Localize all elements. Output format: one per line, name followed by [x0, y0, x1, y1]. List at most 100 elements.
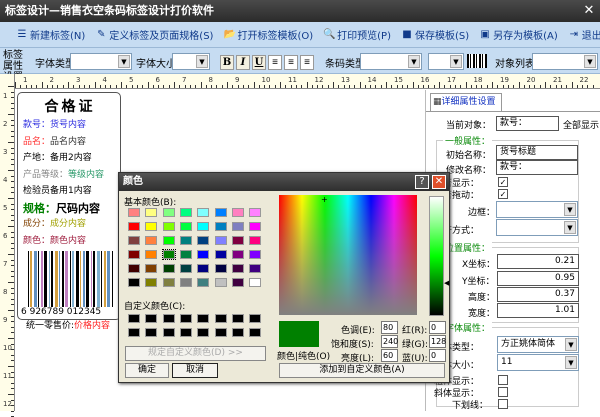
window-close-button[interactable]: ✕	[581, 3, 597, 19]
toolbar-button-0[interactable]: ☰ 新建标签(N)	[16, 27, 86, 43]
custom-color-swatch[interactable]	[231, 314, 244, 323]
custom-color-swatch[interactable]	[249, 314, 262, 323]
basic-color-swatch[interactable]	[197, 250, 210, 259]
current-object-field[interactable]: 款号：	[496, 116, 559, 131]
basic-color-swatch[interactable]	[179, 278, 192, 287]
border-select[interactable]: ▼	[496, 201, 578, 218]
basic-color-swatch[interactable]	[128, 222, 140, 231]
align-center-button[interactable]: ≡	[284, 55, 298, 70]
barcode-type-select[interactable]: ▼	[360, 53, 422, 70]
custom-color-swatch[interactable]	[214, 314, 227, 323]
basic-color-swatch[interactable]	[145, 250, 158, 259]
italic-checkbox[interactable]	[498, 387, 508, 397]
add-custom-button[interactable]: 添加到自定义颜色(A)	[279, 363, 445, 378]
height-field[interactable]: 0.37	[497, 287, 579, 302]
cancel-button[interactable]: 取消	[172, 363, 218, 378]
basic-color-swatch[interactable]	[162, 264, 175, 273]
mod-name-field[interactable]: 款号：	[496, 160, 578, 175]
toolbar-button-1[interactable]: ✎ 定义标签及页面规格(S)	[95, 27, 213, 43]
basic-color-swatch[interactable]	[161, 249, 176, 260]
toolbar-button-5[interactable]: ▣ 另存为模板(A)	[479, 27, 557, 43]
basic-color-swatch[interactable]	[128, 264, 140, 273]
bold-checkbox[interactable]	[498, 375, 508, 385]
luminance-pointer-icon[interactable]: ◀	[444, 279, 449, 287]
basic-color-swatch[interactable]	[128, 208, 140, 217]
visible-checkbox[interactable]: ✓	[498, 177, 508, 187]
basic-color-swatch[interactable]	[197, 278, 210, 287]
basic-color-swatch[interactable]	[214, 208, 227, 217]
align-right-button[interactable]: ≡	[300, 55, 314, 70]
basic-color-swatch[interactable]	[179, 208, 192, 217]
label-row[interactable]: 产品等级：等级内容	[23, 167, 104, 180]
basic-color-swatch[interactable]	[214, 278, 227, 287]
basic-color-swatch[interactable]	[145, 278, 158, 287]
basic-color-swatch[interactable]	[214, 222, 227, 231]
color-spectrum[interactable]	[279, 195, 417, 315]
align-select[interactable]: ▼	[496, 219, 578, 236]
label-row[interactable]: 检验员备用1内容	[23, 183, 92, 196]
underline-checkbox[interactable]	[498, 399, 508, 409]
basic-color-swatch[interactable]	[179, 236, 192, 245]
basic-color-swatch[interactable]	[145, 236, 158, 245]
barcode-icon[interactable]	[467, 54, 487, 68]
custom-color-swatch[interactable]	[197, 314, 210, 323]
label-row[interactable]: 成分：成分内容	[23, 216, 86, 229]
custom-color-swatch[interactable]	[145, 328, 158, 337]
custom-color-swatch[interactable]	[249, 328, 262, 337]
label-row[interactable]: 规格：尺码内容	[23, 200, 100, 216]
basic-color-swatch[interactable]	[162, 278, 175, 287]
italic-button[interactable]: I	[236, 55, 250, 70]
basic-color-swatch[interactable]	[145, 264, 158, 273]
basic-color-swatch[interactable]	[231, 250, 244, 259]
label-row[interactable]: 款号：货号内容	[23, 117, 86, 130]
basic-color-swatch[interactable]	[145, 208, 158, 217]
font-size-select[interactable]: ▼	[172, 53, 210, 70]
basic-color-swatch[interactable]	[162, 208, 175, 217]
custom-color-swatch[interactable]	[214, 328, 227, 337]
font-size-select[interactable]: 11 ▼	[497, 354, 579, 371]
basic-color-swatch[interactable]	[197, 208, 210, 217]
basic-color-swatch[interactable]	[231, 222, 244, 231]
basic-color-swatch[interactable]	[128, 250, 140, 259]
basic-color-swatch[interactable]	[231, 264, 244, 273]
align-left-button[interactable]: ≡	[268, 55, 282, 70]
custom-color-swatch[interactable]	[197, 328, 210, 337]
help-button[interactable]: ?	[415, 175, 429, 189]
basic-color-swatch[interactable]	[145, 222, 158, 231]
tab-detail-settings[interactable]: ▦详细属性设置	[430, 93, 502, 111]
ok-button[interactable]: 确定	[125, 363, 169, 378]
font-type-select[interactable]: ▼	[70, 53, 132, 70]
blue-field[interactable]: 0	[429, 349, 446, 362]
basic-color-swatch[interactable]	[249, 236, 262, 245]
custom-color-swatch[interactable]	[179, 328, 192, 337]
basic-color-swatch[interactable]	[249, 222, 262, 231]
define-custom-button[interactable]: 规定自定义颜色(D) >>	[125, 346, 266, 361]
basic-color-swatch[interactable]	[249, 208, 262, 217]
basic-color-swatch[interactable]	[231, 278, 244, 287]
label-preview[interactable]: 合格证 款号：货号内容 品名：品名内容 产地：备用2内容 产品等级：等级内容 检验员备用…	[17, 92, 121, 331]
basic-color-swatch[interactable]	[128, 278, 140, 287]
basic-color-swatch[interactable]	[162, 222, 175, 231]
sat-field[interactable]: 240	[381, 335, 398, 348]
basic-color-swatch[interactable]	[214, 264, 227, 273]
basic-color-swatch[interactable]	[231, 208, 244, 217]
label-row[interactable]: 产地：备用2内容	[23, 150, 92, 163]
init-name-field[interactable]: 货号标题	[496, 145, 578, 160]
toolbar-button-2[interactable]: 📂 打开标签模板(O)	[223, 27, 313, 43]
basic-color-swatch[interactable]	[197, 222, 210, 231]
green-field[interactable]: 128	[429, 335, 446, 348]
underline-button[interactable]: U	[252, 55, 266, 70]
basic-color-swatch[interactable]	[249, 250, 262, 259]
basic-color-swatch[interactable]	[179, 264, 192, 273]
toolbar-button-3[interactable]: 🔍 打印预览(P)	[323, 27, 391, 43]
basic-color-swatch[interactable]	[214, 250, 227, 259]
red-field[interactable]: 0	[429, 321, 446, 334]
custom-color-swatch[interactable]	[231, 328, 244, 337]
basic-color-swatch[interactable]	[179, 250, 192, 259]
luminance-bar[interactable]	[429, 196, 444, 316]
font-type-select[interactable]: 方正姚体简体 ▼	[497, 336, 579, 353]
dialog-close-button[interactable]: ✕	[432, 175, 446, 189]
custom-color-swatch[interactable]	[145, 314, 158, 323]
basic-color-swatch[interactable]	[179, 222, 192, 231]
width-field[interactable]: 1.01	[497, 303, 579, 318]
